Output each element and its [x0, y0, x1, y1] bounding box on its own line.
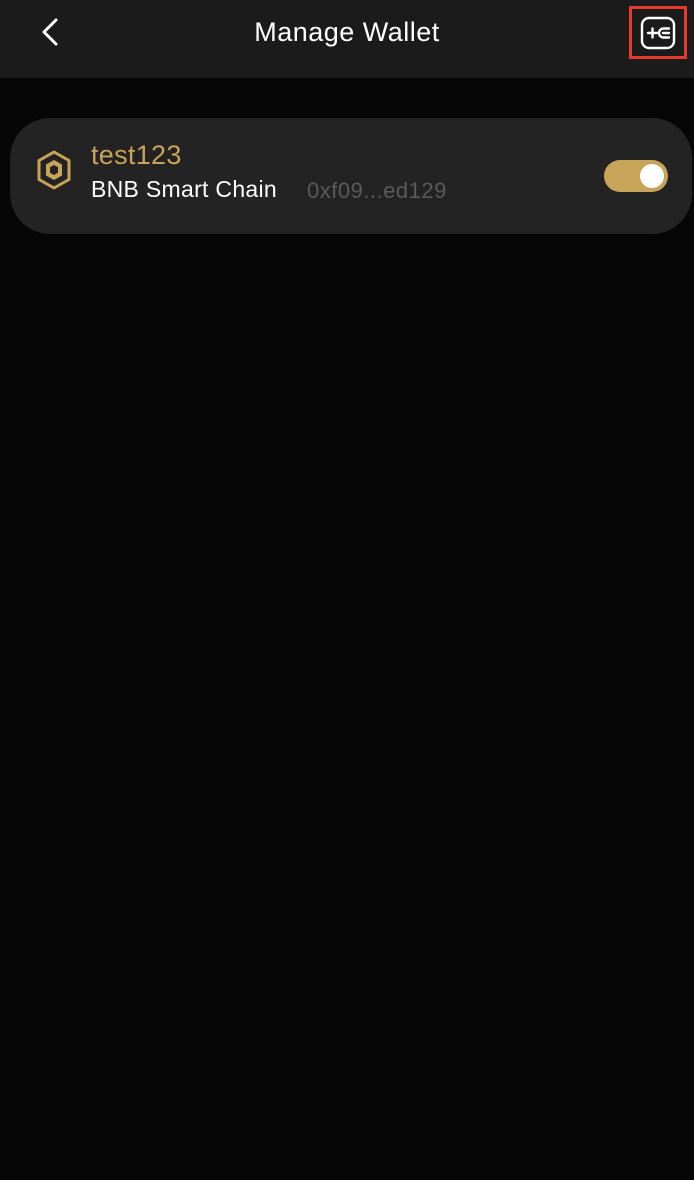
top-bar: Manage Wallet — [0, 0, 694, 78]
add-wallet-icon — [640, 16, 676, 49]
toggle-knob — [640, 164, 664, 188]
wallet-name: test123 — [91, 140, 182, 170]
wallet-card[interactable]: test123 BNB Smart Chain 0xf09...ed129 — [10, 118, 692, 234]
wallet-visibility-toggle[interactable] — [604, 160, 668, 192]
add-wallet-button[interactable] — [629, 6, 687, 59]
bnb-logo-icon — [37, 150, 71, 190]
wallet-address: 0xf09...ed129 — [307, 178, 447, 203]
page-title: Manage Wallet — [254, 17, 440, 47]
manage-wallet-screen: Manage Wallet test123 BNB Smart Chain 0x… — [0, 0, 694, 1180]
chevron-left-icon — [42, 18, 58, 46]
back-button[interactable] — [28, 10, 72, 54]
chain-name: BNB Smart Chain — [91, 176, 278, 202]
